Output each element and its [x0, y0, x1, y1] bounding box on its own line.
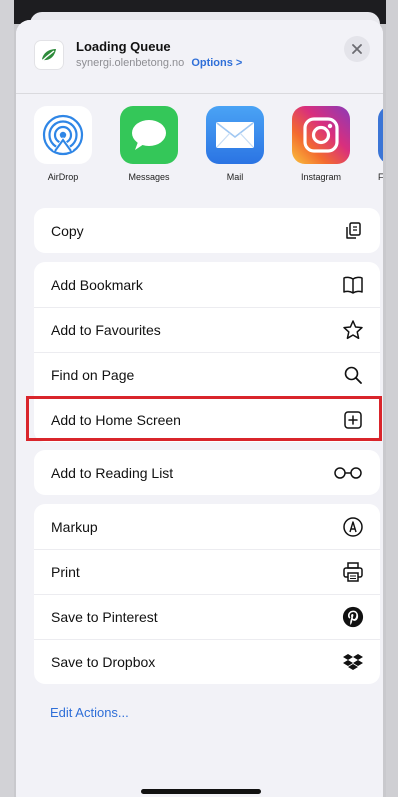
- action-label: Copy: [51, 222, 84, 239]
- star-icon: [342, 319, 364, 341]
- action-label: Save to Dropbox: [51, 654, 156, 670]
- printer-icon: [342, 561, 364, 583]
- more-actions-group: Markup Print Save to Pinterest Save to D…: [34, 504, 380, 684]
- action-label: Print: [51, 564, 80, 580]
- search-icon: [342, 364, 364, 386]
- action-label: Add Bookmark: [51, 276, 143, 293]
- action-add-favourites[interactable]: Add to Favourites: [34, 307, 380, 352]
- app-instagram[interactable]: Instagram: [292, 106, 350, 182]
- action-save-pinterest[interactable]: Save to Pinterest: [34, 594, 380, 639]
- action-save-dropbox[interactable]: Save to Dropbox: [34, 639, 380, 684]
- app-facebook[interactable]: Fa: [378, 106, 383, 182]
- leaf-logo-icon: [41, 49, 56, 62]
- action-print[interactable]: Print: [34, 549, 380, 594]
- airdrop-icon: [34, 106, 92, 164]
- options-link[interactable]: Options >: [191, 57, 242, 69]
- app-label: Mail: [226, 172, 244, 182]
- header-divider: [16, 93, 383, 94]
- home-indicator[interactable]: [141, 789, 261, 794]
- app-label: Messages: [128, 172, 170, 182]
- page-url: synergi.olenbetong.no: [76, 57, 185, 69]
- action-label: Add to Home Screen: [51, 412, 181, 428]
- glasses-icon: [332, 462, 364, 484]
- page-url-line: synergi.olenbetong.no Options >: [76, 57, 242, 69]
- action-label: Add to Reading List: [51, 464, 174, 481]
- page-actions-group: Add Bookmark Add to Favourites Find on P…: [34, 262, 380, 442]
- book-icon: [342, 274, 364, 296]
- action-label: Add to Favourites: [51, 322, 161, 338]
- action-label: Save to Pinterest: [51, 609, 158, 625]
- close-button[interactable]: [344, 36, 370, 62]
- share-header: Loading Queue synergi.olenbetong.no Opti…: [16, 20, 383, 90]
- app-mail[interactable]: Mail: [206, 106, 264, 182]
- share-apps-row: AirDrop Messages Mail Instagram F: [16, 106, 383, 206]
- background-right-edge: [386, 0, 398, 797]
- add-square-icon: [342, 409, 364, 431]
- app-airdrop[interactable]: AirDrop: [34, 106, 92, 182]
- action-add-bookmark[interactable]: Add Bookmark: [34, 262, 380, 307]
- app-label: AirDrop: [47, 172, 79, 182]
- dropbox-icon: [342, 651, 364, 673]
- action-markup[interactable]: Markup: [34, 504, 380, 549]
- action-find-on-page[interactable]: Find on Page: [34, 352, 380, 397]
- copy-group: Copy: [34, 208, 380, 253]
- messages-icon: [120, 106, 178, 164]
- action-label: Find on Page: [51, 367, 135, 383]
- background-left-edge: [0, 0, 14, 797]
- share-sheet: Loading Queue synergi.olenbetong.no Opti…: [16, 20, 383, 797]
- pinterest-icon: [342, 606, 364, 628]
- markup-icon: [342, 516, 364, 538]
- close-icon: [352, 44, 362, 54]
- facebook-icon: [378, 106, 383, 164]
- action-label: Markup: [51, 518, 98, 535]
- action-add-reading-list[interactable]: Add to Reading List: [34, 450, 380, 495]
- reading-list-group: Add to Reading List: [34, 450, 380, 495]
- mail-icon: [206, 106, 264, 164]
- site-icon: [34, 40, 64, 70]
- copy-icon: [342, 220, 364, 242]
- page-title: Loading Queue: [76, 39, 171, 54]
- app-label: Instagram: [300, 172, 342, 182]
- action-copy[interactable]: Copy: [34, 208, 380, 253]
- edit-actions-link[interactable]: Edit Actions...: [50, 705, 129, 720]
- app-label: Fa: [378, 172, 383, 182]
- instagram-icon: [292, 106, 350, 164]
- app-messages[interactable]: Messages: [120, 106, 178, 182]
- action-add-to-home-screen[interactable]: Add to Home Screen: [34, 397, 380, 442]
